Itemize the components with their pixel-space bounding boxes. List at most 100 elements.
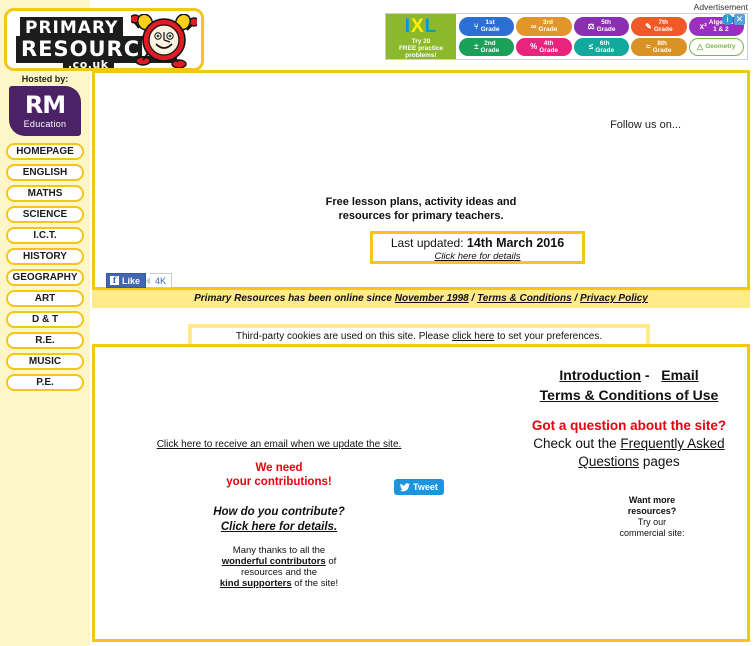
ad-pill-icon-4: % [530,42,538,52]
sidebar-item-dt[interactable]: D & T [6,311,84,328]
sidebar-item-english[interactable]: ENGLISH [6,164,84,181]
faq-prefix: Check out the [533,436,617,451]
want-more-line-1: Want more [628,495,676,505]
rm-logo-mark: RM [24,91,66,119]
how-to-contribute: How do you contribute? Click here for de… [111,505,447,535]
how-contribute-question: How do you contribute? [213,506,345,518]
cookie-text-before: Third-party cookies are used on this sit… [235,331,450,342]
faq-suffix: pages [642,454,680,469]
tagline-line-1: Free lesson plans, activity ideas and [325,196,517,208]
thanks-line-2: of [328,556,337,567]
online-since-link[interactable]: November 1998 [395,293,469,304]
ad-pill-label-6: 6th Grade [595,39,615,54]
sidebar-item-pe[interactable]: P.E. [6,374,84,391]
contribute-details-link[interactable]: Click here for details. [221,521,337,533]
facebook-like-button[interactable]: f Like [106,273,147,288]
hosted-by-label: Hosted by: [21,74,69,84]
tagline-line-2: resources for primary teachers. [338,210,504,222]
sidebar-item-re[interactable]: R.E. [6,332,84,349]
ad-pill-icon-7: ✎ [645,21,652,31]
ad-pill-grade-7[interactable]: ✎ 7th Grade [631,17,687,36]
ad-pill-label-4: 4th Grade [539,39,559,54]
sidebar-item-science[interactable]: SCIENCE [6,206,84,223]
facebook-icon: f [110,276,119,285]
privacy-policy-link[interactable]: Privacy Policy [580,293,648,304]
last-updated-prefix: Last updated: [390,236,464,250]
page-root: PRIMARY RESOURCES .co.uk Hosted by: RM E… [0,0,756,646]
ad-pill-grade-8[interactable]: ≈ 8th Grade [631,37,687,56]
supporters-link[interactable]: kind supporters [220,578,292,589]
sidebar-item-history[interactable]: HISTORY [6,248,84,265]
intro-panel: Follow us on... Free lesson plans, activ… [92,70,750,290]
contributors-link[interactable]: wonderful contributors [222,556,326,567]
sidebar-item-geography[interactable]: GEOGRAPHY [6,269,84,286]
ad-pill-grade-1[interactable]: ⑂ 1st Grade [459,17,515,36]
want-more-line-3: Try our [637,517,667,527]
ad-pill-label-geometry: Geometry [705,43,736,51]
sidebar-item-ict[interactable]: I.C.T. [6,227,84,244]
ad-pill-geometry[interactable]: △ Geometry [688,37,744,56]
ad-brand-block[interactable]: IXL Try 20 FREE practice problems! [386,14,456,59]
want-more-line-2: resources? [627,506,677,516]
twitter-icon [400,482,410,491]
terms-conditions-link[interactable]: Terms & Conditions [477,293,572,304]
sidebar-nav: HOMEPAGE ENGLISH MATHS SCIENCE I.C.T. HI… [6,143,84,395]
ad-pill-icon-geometry: △ [697,42,704,52]
thanks-line-1: Many thanks to all the [232,545,326,556]
ad-pill-icon-algebra: x² [699,21,707,31]
last-updated-text: Last updated: 14th March 2016 [373,234,582,251]
need-line-1: We need [255,462,303,474]
ad-pill-icon-6: ≤ [588,42,594,52]
faq-text: Check out the Frequently Asked Questions… [509,435,749,471]
tweet-label: Tweet [413,482,438,492]
thanks-block: Many thanks to all the wonderful contrib… [111,545,447,589]
cookie-preferences-link[interactable]: click here [452,331,494,342]
ad-pill-label-5: 5th Grade [596,19,616,34]
links-dash: - [644,367,650,383]
introduction-link[interactable]: Introduction [559,367,641,383]
ad-pill-icon-2: ± [474,42,479,52]
rm-logo-tagline: Education [23,119,67,129]
follow-us-label: Follow us on... [610,119,681,131]
ad-pill-grade-4[interactable]: % 4th Grade [516,37,572,56]
sidebar-item-music[interactable]: MUSIC [6,353,84,370]
primary-links-row-2: Terms & Conditions of Use [509,385,749,405]
ad-brand-name: IXL [404,16,438,37]
sidebar-item-homepage[interactable]: HOMEPAGE [6,143,84,160]
email-link[interactable]: Email [661,367,698,383]
ad-pill-grade-6[interactable]: ≤ 6th Grade [573,37,630,56]
ad-pill-label-2: 2nd Grade [480,39,500,54]
ad-pill-grade-5[interactable]: ⚖ 5th Grade [573,17,630,36]
ad-brand-sub-1: Try 20 [411,38,431,45]
faq-block: Got a question about the site? Check out… [509,417,749,471]
online-since-bar: Primary Resources has been online since … [92,290,750,308]
ad-pill-grid: ⑂ 1st Grade ∞ 3rd Grade ⚖ 5th Grade ✎ 7th Gr… [456,14,747,59]
facebook-like-count: 4K [146,273,173,288]
rm-education-logo[interactable]: RM Education [9,86,81,136]
how-contribute-link-row: Click here for details. [111,520,447,535]
email-updates-row: Click here to receive an email when we u… [111,439,447,450]
advertisement-banner[interactable]: IXL Try 20 FREE practice problems! ⑂ 1st… [385,13,748,60]
ad-brand-sub-3: problems! [405,52,437,59]
last-updated-details-link[interactable]: Click here for details [373,251,582,262]
ad-pill-icon-3: ∞ [530,21,537,31]
ad-pill-icon-8: ≈ [646,42,651,52]
ad-pill-label-1: 1st Grade [480,19,500,34]
ad-pill-label-3: 3rd Grade [538,19,558,34]
want-more-line-4: commercial site: [619,528,685,538]
site-logo[interactable]: PRIMARY RESOURCES .co.uk [4,8,204,71]
tweet-button[interactable]: Tweet [394,479,444,495]
ad-info-icon[interactable]: i [722,14,733,25]
facebook-like-widget[interactable]: f Like 4K [106,273,173,288]
primary-links-row-1: Introduction - Email [509,365,749,385]
sidebar-item-art[interactable]: ART [6,290,84,307]
sidebar-item-maths[interactable]: MATHS [6,185,84,202]
last-updated-box: Last updated: 14th March 2016 Click here… [370,231,585,264]
ad-pill-grade-2[interactable]: ± 2nd Grade [459,37,515,56]
terms-of-use-link[interactable]: Terms & Conditions of Use [540,387,719,403]
ad-pill-icon-1: ⑂ [473,21,479,31]
ad-close-icon[interactable]: ✕ [734,14,745,25]
email-updates-link[interactable]: Click here to receive an email when we u… [157,439,402,450]
thanks-line-3: resources and the [240,567,318,578]
ad-pill-grade-3[interactable]: ∞ 3rd Grade [516,17,572,36]
